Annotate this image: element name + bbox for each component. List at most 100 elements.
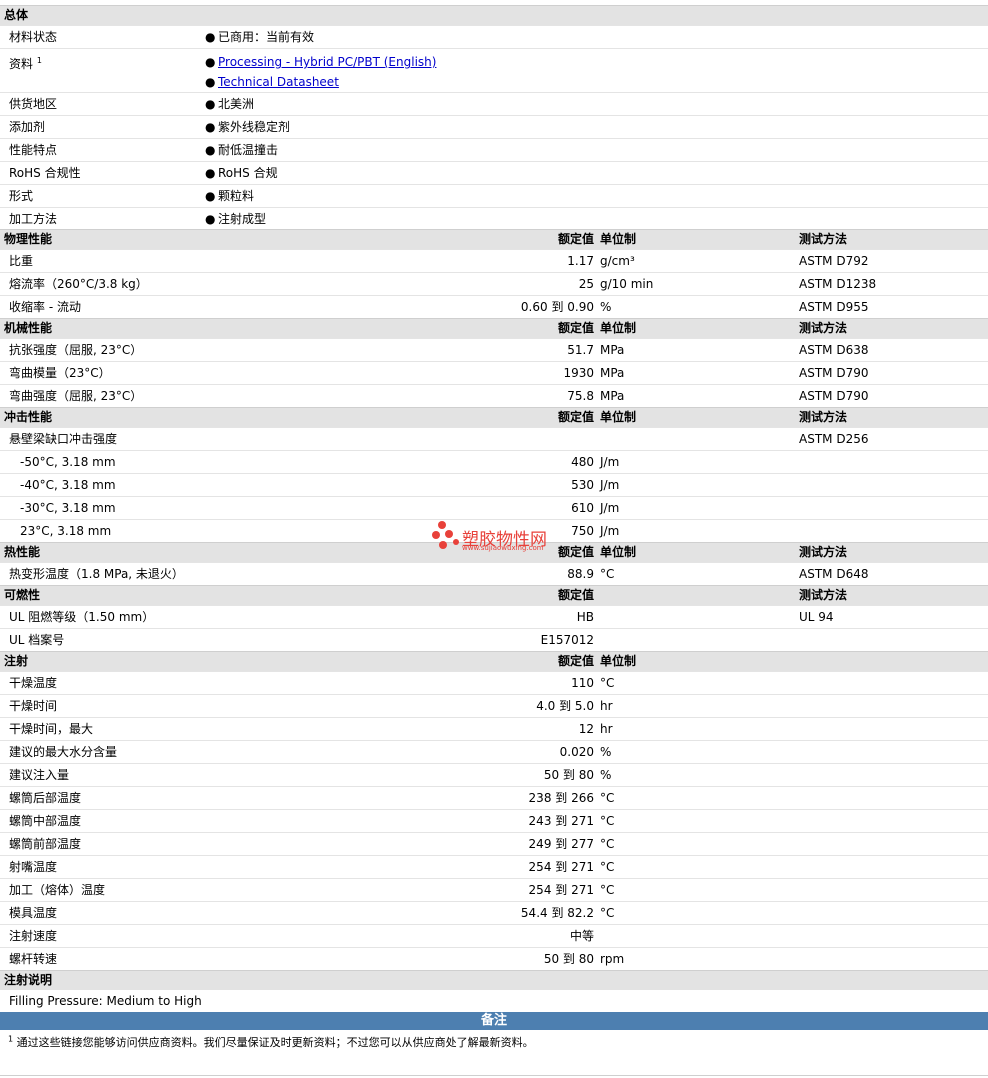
row-unit: g/cm³ xyxy=(600,254,635,268)
row-value: E157012 xyxy=(540,633,594,647)
row-label: 螺筒后部温度 xyxy=(9,791,82,805)
section-header-flammability: 可燃性 额定值 测试方法 xyxy=(0,585,988,605)
bullet-icon: ● xyxy=(205,75,216,89)
table-row: 螺杆转速 50 到 80 rpm xyxy=(0,947,988,970)
row-unit: hr xyxy=(600,722,613,736)
header-unit: 单位制 xyxy=(600,321,637,335)
table-row: 干燥时间 4.0 到 5.0 hr xyxy=(0,694,988,717)
table-row: -50°C, 3.18 mm 480 J/m xyxy=(0,450,988,473)
row-unit: °C xyxy=(600,837,615,851)
table-row: 建议的最大水分含量 0.020 % xyxy=(0,740,988,763)
row-label: 建议注入量 xyxy=(9,768,70,782)
table-row: 供货地区 ● 北美洲 xyxy=(0,92,988,115)
row-value: 颗粒料 xyxy=(218,189,255,203)
header-value: 额定值 xyxy=(557,232,594,246)
row-label: 模具温度 xyxy=(9,906,58,920)
bullet-icon: ● xyxy=(205,97,216,111)
table-row: -30°C, 3.18 mm 610 J/m xyxy=(0,496,988,519)
row-value: 注射成型 xyxy=(218,212,267,226)
row-label: RoHS 合规性 xyxy=(9,166,81,180)
section-header-impact: 冲击性能 额定值 单位制 测试方法 xyxy=(0,407,988,427)
watermark-url: www.sujiaowuxing.com xyxy=(462,544,544,552)
table-row: 形式 ● 颗粒料 xyxy=(0,184,988,207)
row-value: 480 xyxy=(571,455,594,469)
table-row: 抗张强度（屈服, 23°C） 51.7 MPa ASTM D638 xyxy=(0,338,988,361)
row-value: 750 xyxy=(571,524,594,538)
section-header-mechanical: 机械性能 额定值 单位制 测试方法 xyxy=(0,318,988,338)
row-label: -50°C, 3.18 mm xyxy=(20,455,116,469)
row-value: 110 xyxy=(571,676,594,690)
section-title: 冲击性能 xyxy=(4,410,53,424)
injection-note-text: Filling Pressure: Medium to High xyxy=(9,994,202,1008)
row-value: 已商用：当前有效 xyxy=(218,30,315,44)
row-test: UL 94 xyxy=(799,610,834,624)
row-value: 249 到 277 xyxy=(528,837,594,851)
table-row: 弯曲模量（23°C） 1930 MPa ASTM D790 xyxy=(0,361,988,384)
bullet-icon: ● xyxy=(205,120,216,134)
row-value: 610 xyxy=(571,501,594,515)
row-test: ASTM D256 xyxy=(799,432,869,446)
section-title: 注射 xyxy=(4,654,29,668)
row-label: 形式 xyxy=(9,189,34,203)
header-value: 额定值 xyxy=(557,321,594,335)
datasheet-link[interactable]: Technical Datasheet xyxy=(218,73,339,92)
row-unit: °C xyxy=(600,676,615,690)
header-test: 测试方法 xyxy=(799,588,848,602)
section-header-general: 总体 xyxy=(0,5,988,25)
section-header-injection: 注射 额定值 单位制 xyxy=(0,651,988,671)
header-test: 测试方法 xyxy=(799,232,848,246)
row-unit: % xyxy=(600,768,612,782)
row-unit: °C xyxy=(600,814,615,828)
table-row: -40°C, 3.18 mm 530 J/m xyxy=(0,473,988,496)
row-unit: °C xyxy=(600,791,615,805)
header-test: 测试方法 xyxy=(799,545,848,559)
row-unit: J/m xyxy=(600,455,620,469)
row-value: 530 xyxy=(571,478,594,492)
row-unit: °C xyxy=(600,906,615,920)
row-unit: MPa xyxy=(600,366,625,380)
row-value: 51.7 xyxy=(567,343,594,357)
table-row: 注射速度 中等 xyxy=(0,924,988,947)
table-row: 熔流率（260°C/3.8 kg） 25 g/10 min ASTM D1238 xyxy=(0,272,988,295)
row-test: ASTM D955 xyxy=(799,300,869,314)
processing-link[interactable]: Processing - Hybrid PC/PBT (English) xyxy=(218,53,436,72)
section-title: 注射说明 xyxy=(4,973,53,987)
row-test: ASTM D1238 xyxy=(799,277,877,291)
row-label: 加工（熔体）温度 xyxy=(9,883,106,897)
row-label: UL 档案号 xyxy=(9,633,65,647)
header-unit: 单位制 xyxy=(600,654,637,668)
table-row: 材料状态 ● 已商用：当前有效 xyxy=(0,25,988,48)
bullet-icon: ● xyxy=(205,212,216,226)
row-label: 抗张强度（屈服, 23°C） xyxy=(9,343,143,357)
table-row: 悬壁梁缺口冲击强度 ASTM D256 xyxy=(0,427,988,450)
table-row: 加工方法 ● 注射成型 xyxy=(0,207,988,230)
table-row: 性能特点 ● 耐低温撞击 xyxy=(0,138,988,161)
row-test: ASTM D638 xyxy=(799,343,869,357)
row-label: -40°C, 3.18 mm xyxy=(20,478,116,492)
header-test: 测试方法 xyxy=(799,321,848,335)
row-unit: % xyxy=(600,745,612,759)
table-row: 模具温度 54.4 到 82.2 °C xyxy=(0,901,988,924)
row-value: 中等 xyxy=(569,929,594,943)
footnote: 1 通过这些链接您能够访问供应商资料。我们尽量保证及时更新资料；不过您可以从供应… xyxy=(8,1034,534,1050)
row-label: 射嘴温度 xyxy=(9,860,58,874)
row-value: 254 到 271 xyxy=(528,860,594,874)
row-label: 弯曲模量（23°C） xyxy=(9,366,111,380)
row-label: 干燥时间，最大 xyxy=(9,722,94,736)
bullet-icon: ● xyxy=(205,189,216,203)
row-value: 54.4 到 82.2 xyxy=(520,906,594,920)
header-unit: 单位制 xyxy=(600,545,637,559)
table-row: 比重 1.17 g/cm³ ASTM D792 xyxy=(0,249,988,272)
header-unit: 单位制 xyxy=(600,410,637,424)
section-title: 可燃性 xyxy=(4,588,41,602)
row-label: 建议的最大水分含量 xyxy=(9,745,118,759)
row-label: 添加剂 xyxy=(9,120,46,134)
table-row: 螺筒前部温度 249 到 277 °C xyxy=(0,832,988,855)
row-label: 干燥时间 xyxy=(9,699,58,713)
section-title: 热性能 xyxy=(4,545,41,559)
header-test: 测试方法 xyxy=(799,410,848,424)
table-row: RoHS 合规性 ● RoHS 合规 xyxy=(0,161,988,184)
row-label: -30°C, 3.18 mm xyxy=(20,501,116,515)
row-value: 1930 xyxy=(563,366,594,380)
bullet-icon: ● xyxy=(205,30,216,44)
